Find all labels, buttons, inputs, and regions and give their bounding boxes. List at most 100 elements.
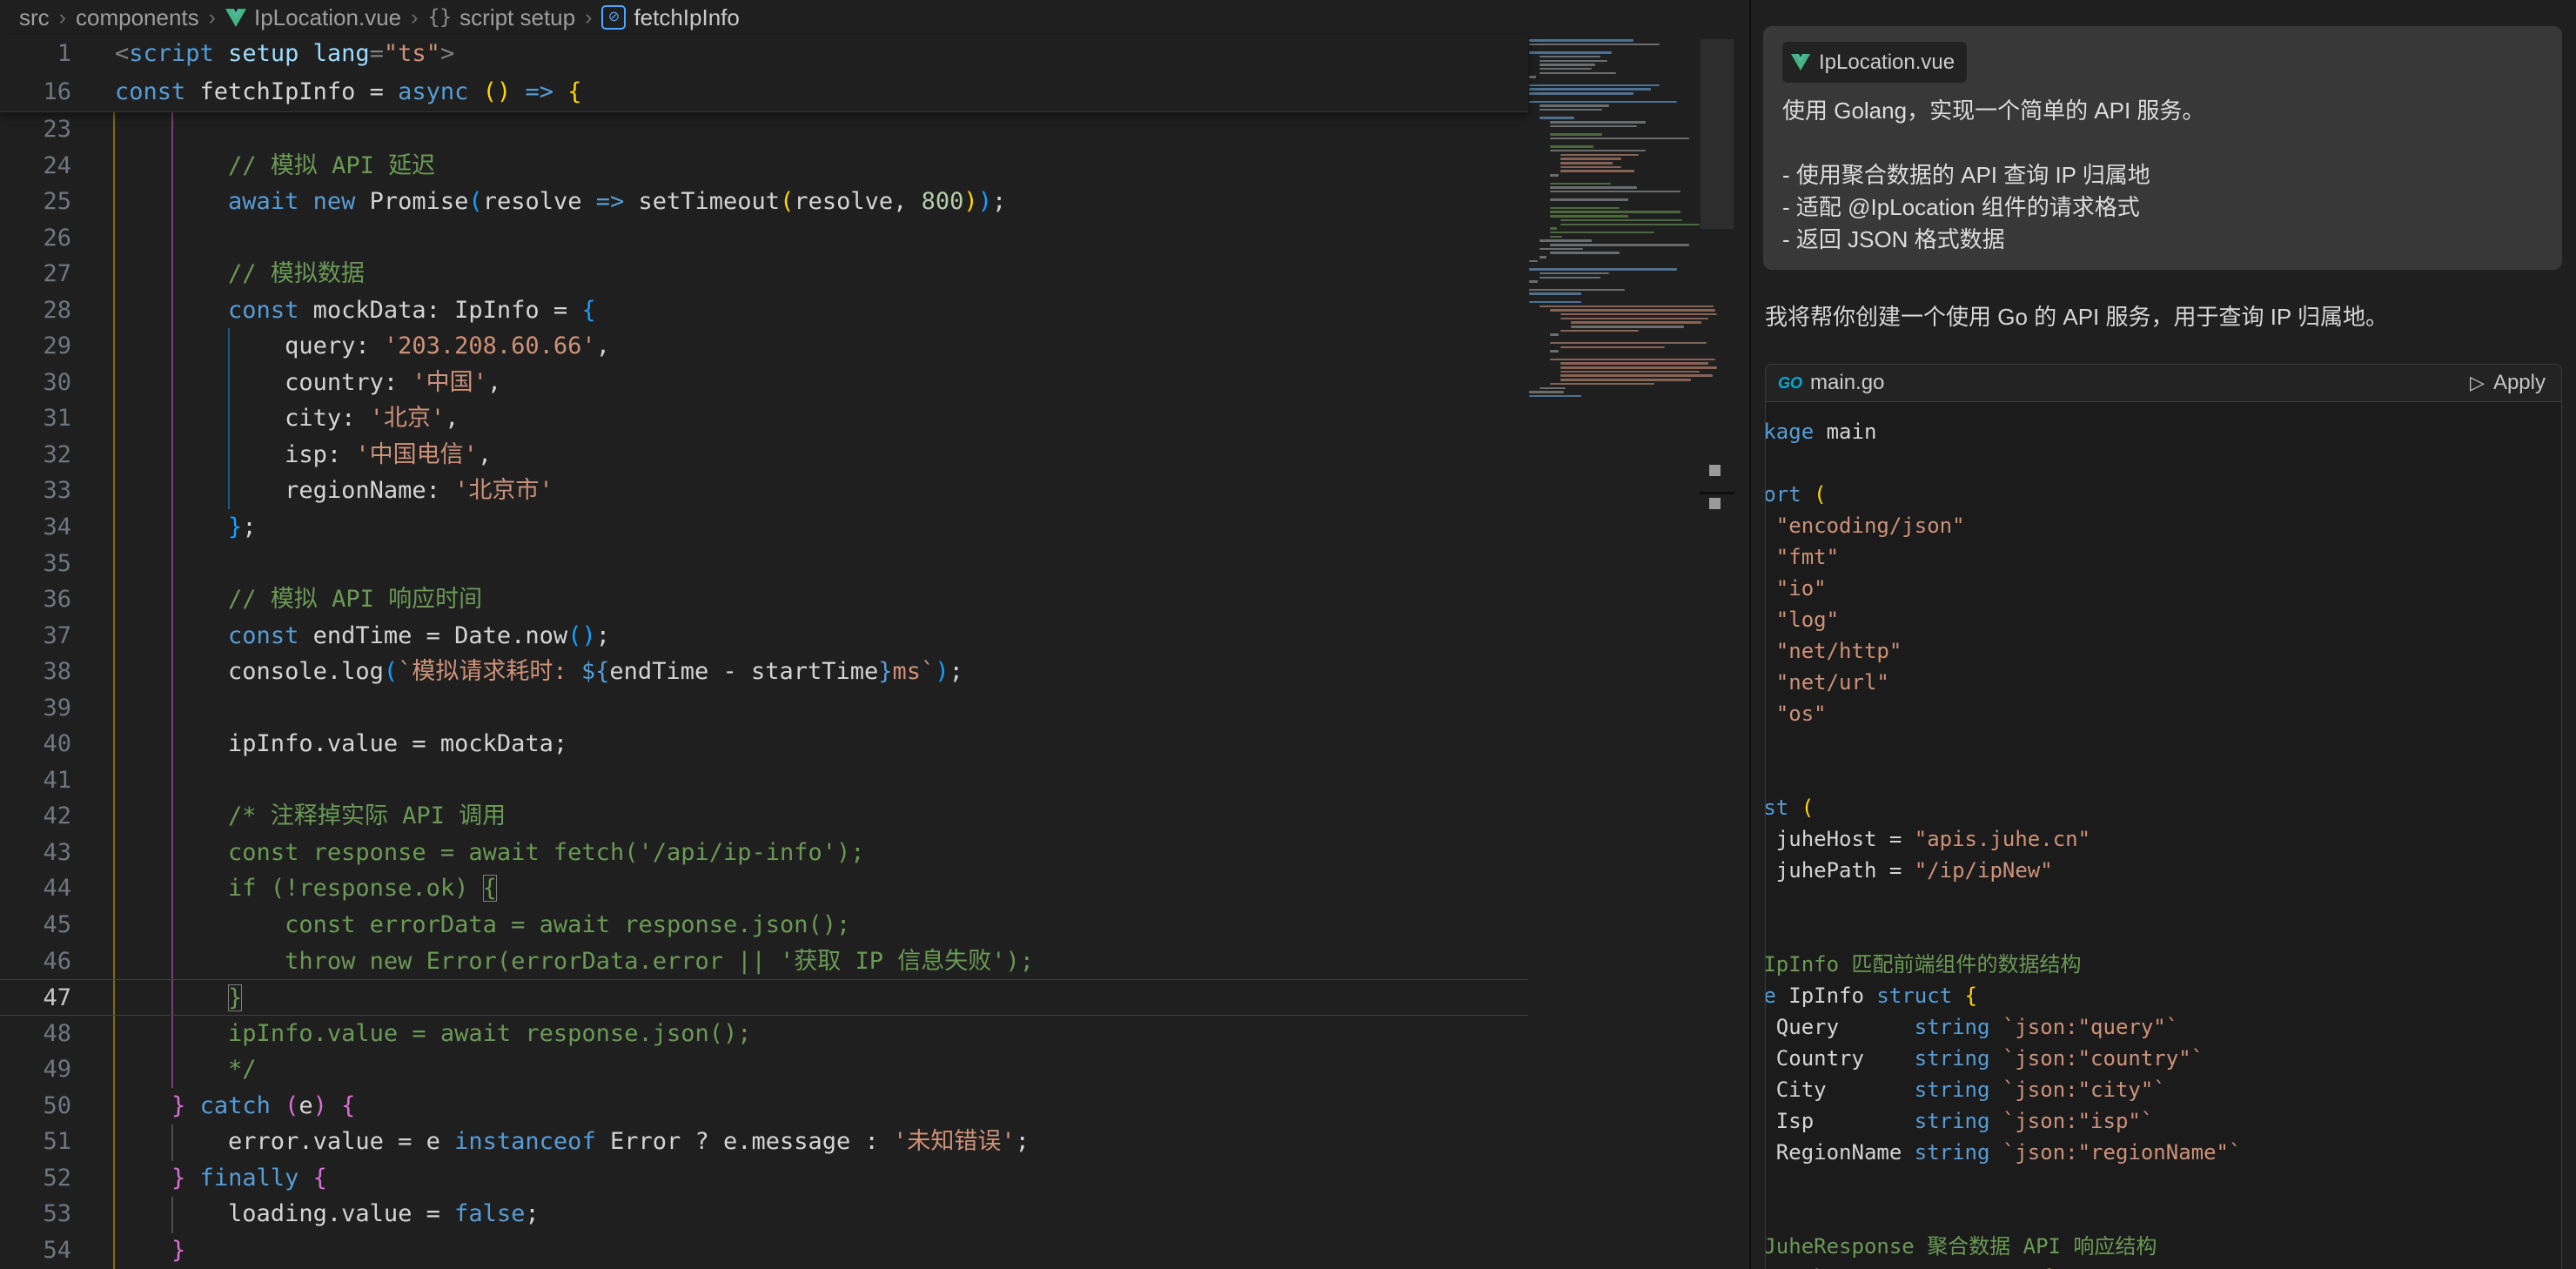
code-token: { [567,78,581,105]
code-line-34[interactable]: 34 }; [0,509,1528,546]
code-token: "io" [1776,576,1827,601]
code-token [511,78,525,105]
code-line-30[interactable]: 30 country: '中国', [0,365,1528,401]
code-line-51[interactable]: 51 error.value = e instanceof Error ? e.… [0,1124,1528,1160]
minimap-line [1550,121,1646,124]
code-line-37[interactable]: 37 const endTime = Date.now(); [0,618,1528,655]
code-block-filename: GO main.go [1778,371,1884,395]
code-token: Country [1765,1046,1915,1071]
minimap-line [1540,72,1616,75]
code-line-1[interactable]: 1<script setup lang="ts"> [0,35,1528,73]
code-token [1765,670,1776,695]
code-line-47[interactable]: 47 } [0,979,1528,1016]
apply-button[interactable]: ▷ Apply [2470,371,2546,395]
breadcrumb-item-components[interactable]: components [76,4,199,31]
code-token: `json:"regionName"` [2002,1140,2242,1165]
code-block-body[interactable]: package mainimport ( "encoding/json" "fm… [1766,402,2561,1269]
minimap-line [1560,366,1717,369]
code-line-42[interactable]: 42 /* 注释掉实际 API 调用 [0,798,1528,835]
code-token: const response = await fetch('/api/ip-in… [228,839,865,866]
breadcrumb-item-symbol[interactable]: fetchIpInfo [634,4,739,31]
code-line-32[interactable]: 32 isp: '中国电信', [0,437,1528,473]
minimap-line [1560,224,1700,226]
scrollbar-slider[interactable] [1701,39,1734,229]
sticky-scroll[interactable]: 1<script setup lang="ts">16const fetchIp… [0,35,1528,112]
code-token: endTime = Date.now [299,622,567,649]
code-token: { [2040,1266,2052,1269]
code-line-23[interactable]: 23 [0,111,1528,148]
minimap-line [1550,215,1628,218]
code-token: => [596,188,625,215]
breadcrumb-item-file[interactable]: IpLocation.vue [254,4,401,31]
code-block-line [1765,447,2561,479]
line-number: 26 [0,220,71,257]
breadcrumb-item-script-setup[interactable]: script setup [460,4,575,31]
code-line-25[interactable]: 25 await new Promise(resolve => setTimeo… [0,184,1528,220]
code-line-28[interactable]: 28 const mockData: IpInfo = { [0,292,1528,329]
line-number: 24 [0,148,71,185]
code-token: `模拟请求耗时: [398,658,581,685]
code-line-39[interactable]: 39 [0,690,1528,727]
code-block-line: ) [1765,729,2561,761]
code-line-41[interactable]: 41 [0,762,1528,799]
minimap-line [1550,186,1637,189]
code-token [1989,1109,2002,1133]
code-token: ) [313,1092,327,1119]
code-token: } [171,1165,185,1192]
code-line-16[interactable]: 16const fetchIpInfo = async () => { [0,73,1528,111]
minimap[interactable] [1529,39,1700,413]
code-token [271,1092,285,1119]
code-token [115,1020,228,1047]
code-line-38[interactable]: 38 console.log(`模拟请求耗时: ${endTime - star… [0,654,1528,690]
code-token [115,260,228,287]
breadcrumb-item-src[interactable]: src [19,4,50,31]
code-token: loading.value = [115,1200,454,1227]
code-token: query: [115,332,384,359]
code-line-52[interactable]: 52 } finally { [0,1160,1528,1197]
code-token: ( [1801,796,1814,820]
code-line-24[interactable]: 24 // 模拟 API 延迟 [0,148,1528,185]
code-line-31[interactable]: 31 city: '北京', [0,400,1528,437]
code-token: string [1915,1109,1990,1133]
minimap-line [1550,333,1559,336]
code-editor[interactable]: 2324 // 模拟 API 延迟25 await new Promise(re… [0,111,1528,1269]
line-number: 52 [0,1160,71,1197]
line-number: 46 [0,943,71,980]
code-line-36[interactable]: 36 // 模拟 API 响应时间 [0,581,1528,618]
code-line-33[interactable]: 33 regionName: '北京市' [0,473,1528,509]
code-line-50[interactable]: 50 } catch (e) { [0,1088,1528,1125]
code-line-53[interactable]: 53 loading.value = false; [0,1196,1528,1232]
line-number: 30 [0,365,71,401]
code-line-54[interactable]: 54 } [0,1232,1528,1269]
code-token: ms` [893,658,936,685]
code-line-35[interactable]: 35 [0,546,1528,582]
code-line-44[interactable]: 44 if (!response.ok) { [0,870,1528,907]
sash-drag-handle[interactable] [1709,465,1721,476]
code-line-48[interactable]: 48 ipInfo.value = await response.json(); [0,1016,1528,1052]
minimap-line [1550,191,1680,193]
code-block-line: type IpInfo struct { [1765,980,2561,1011]
code-line-45[interactable]: 45 const errorData = await response.json… [0,907,1528,943]
code-line-40[interactable]: 40 ipInfo.value = mockData; [0,726,1528,762]
minimap-line [1540,248,1583,251]
code-token: ( [285,1092,299,1119]
code-token: import [1765,482,1801,507]
file-reference-chip[interactable]: IpLocation.vue [1782,42,1967,83]
sash-drag-handle[interactable] [1709,498,1721,509]
code-token [115,875,228,902]
code-line-26[interactable]: 26 [0,220,1528,257]
minimap-line [1550,183,1611,185]
code-line-29[interactable]: 29 query: '203.208.60.66', [0,328,1528,365]
code-token: lang [299,40,369,67]
code-line-43[interactable]: 43 const response = await fetch('/api/ip… [0,835,1528,871]
minimap-line [1550,252,1620,254]
code-token: , [596,332,610,359]
code-line-49[interactable]: 49 */ [0,1051,1528,1088]
code-line-27[interactable]: 27 // 模拟数据 [0,256,1528,292]
code-line-46[interactable]: 46 throw new Error(errorData.error || '获… [0,943,1528,980]
code-token: } [228,984,242,1011]
code-token: if (!response.ok) [228,875,483,902]
code-token: City [1765,1078,1915,1102]
code-token: } [228,514,242,540]
line-number: 54 [0,1232,71,1269]
